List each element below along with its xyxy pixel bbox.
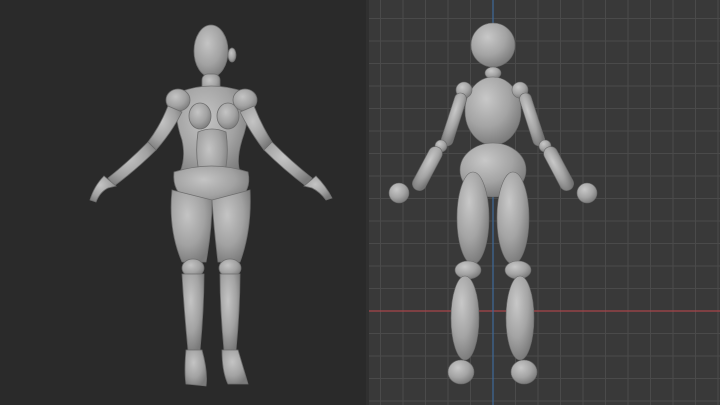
left-viewport[interactable] xyxy=(0,0,368,405)
mannequin-figure xyxy=(388,22,598,385)
mannequin-head xyxy=(470,22,516,68)
female-figure-mesh xyxy=(89,24,333,387)
viewport-divider[interactable] xyxy=(366,0,369,405)
figure-head xyxy=(193,24,229,78)
right-viewport[interactable] xyxy=(368,0,720,405)
